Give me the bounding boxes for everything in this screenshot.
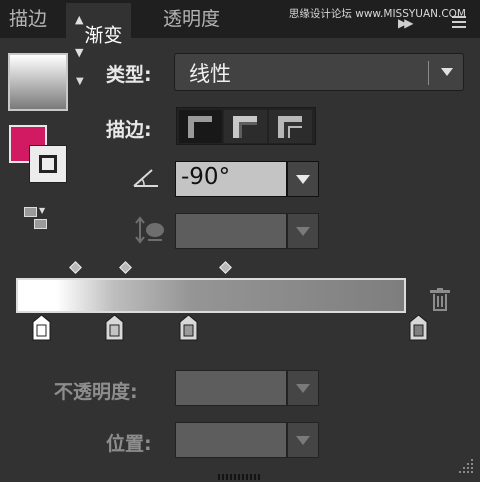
chevron-down-icon — [296, 227, 310, 236]
chevron-down-icon — [296, 384, 310, 393]
opacity-dropdown-button[interactable] — [287, 370, 319, 406]
type-select[interactable]: 线性 — [174, 53, 464, 91]
reverse-gradient-icon[interactable]: ▼ — [22, 205, 52, 233]
resize-corner-icon[interactable] — [455, 455, 475, 475]
gradient-slider[interactable] — [16, 278, 406, 313]
apply-across-stroke-button[interactable] — [269, 110, 312, 143]
stroke-label: 描边: — [106, 119, 152, 141]
gradient-midpoint-0[interactable] — [69, 261, 82, 274]
tab-options-toggle-icon[interactable]: ▲ ▼ — [75, 3, 84, 69]
gradient-swatch[interactable] — [8, 53, 68, 111]
gradient-midpoint-1[interactable] — [119, 261, 132, 274]
location-label: 位置: — [106, 433, 152, 455]
watermark: 思缘设计论坛 www.MISSYUAN.COM — [288, 8, 466, 20]
tab-transparency-label: 透明度 — [163, 8, 221, 30]
gradient-midpoint-2[interactable] — [219, 261, 233, 274]
double-right-arrow-icon[interactable]: ▶▶ — [398, 16, 414, 30]
apply-within-stroke-button[interactable] — [179, 110, 222, 143]
panel-menu-icon[interactable] — [452, 16, 466, 28]
stroke-within-icon — [188, 116, 212, 138]
aspect-ratio-dropdown-button[interactable] — [287, 213, 319, 249]
stroke-swatch-inner — [39, 155, 57, 173]
trash-icon[interactable] — [430, 288, 450, 312]
gradient-stop-0[interactable] — [32, 314, 51, 341]
gradient-stop-1[interactable] — [105, 314, 124, 341]
panel-tab-bar: 描边 ▲ ▼渐变 透明度 思缘设计论坛 www.MISSYUAN.COM ▶▶ — [0, 0, 480, 59]
swatch-dropdown-icon[interactable]: ▼ — [76, 76, 84, 87]
tab-stroke[interactable]: 描边 — [0, 3, 56, 38]
tab-transparency[interactable]: 透明度 — [154, 3, 229, 38]
apply-along-stroke-button[interactable] — [224, 110, 267, 143]
tab-gradient[interactable]: ▲ ▼渐变 — [66, 3, 132, 59]
chevron-down-icon — [441, 68, 453, 76]
tab-gradient-label: 渐变 — [84, 24, 123, 47]
stroke-along-icon — [233, 116, 257, 138]
stroke-swatch[interactable] — [29, 145, 67, 183]
type-select-divider — [428, 61, 429, 85]
opacity-label: 不透明度: — [54, 381, 138, 403]
angle-input[interactable]: -90° — [175, 161, 287, 197]
chevron-down-icon — [296, 175, 310, 184]
angle-icon — [133, 169, 158, 187]
panel-resize-grip[interactable] — [218, 474, 262, 480]
gradient-stop-3[interactable] — [409, 314, 428, 341]
type-label: 类型: — [106, 64, 152, 86]
aspect-ratio-input[interactable] — [175, 213, 287, 249]
tab-stroke-label: 描边 — [9, 8, 48, 30]
gradient-stop-2[interactable] — [179, 314, 198, 341]
location-dropdown-button[interactable] — [287, 422, 319, 458]
aspect-ratio-icon — [135, 216, 164, 244]
location-input[interactable] — [175, 422, 287, 458]
stroke-gradient-options — [176, 107, 316, 145]
type-select-value: 线性 — [189, 62, 231, 86]
chevron-down-icon — [296, 436, 310, 445]
angle-dropdown-button[interactable] — [287, 161, 319, 197]
opacity-input[interactable] — [175, 370, 287, 406]
angle-value: -90° — [181, 164, 231, 190]
stroke-across-icon — [278, 116, 302, 138]
